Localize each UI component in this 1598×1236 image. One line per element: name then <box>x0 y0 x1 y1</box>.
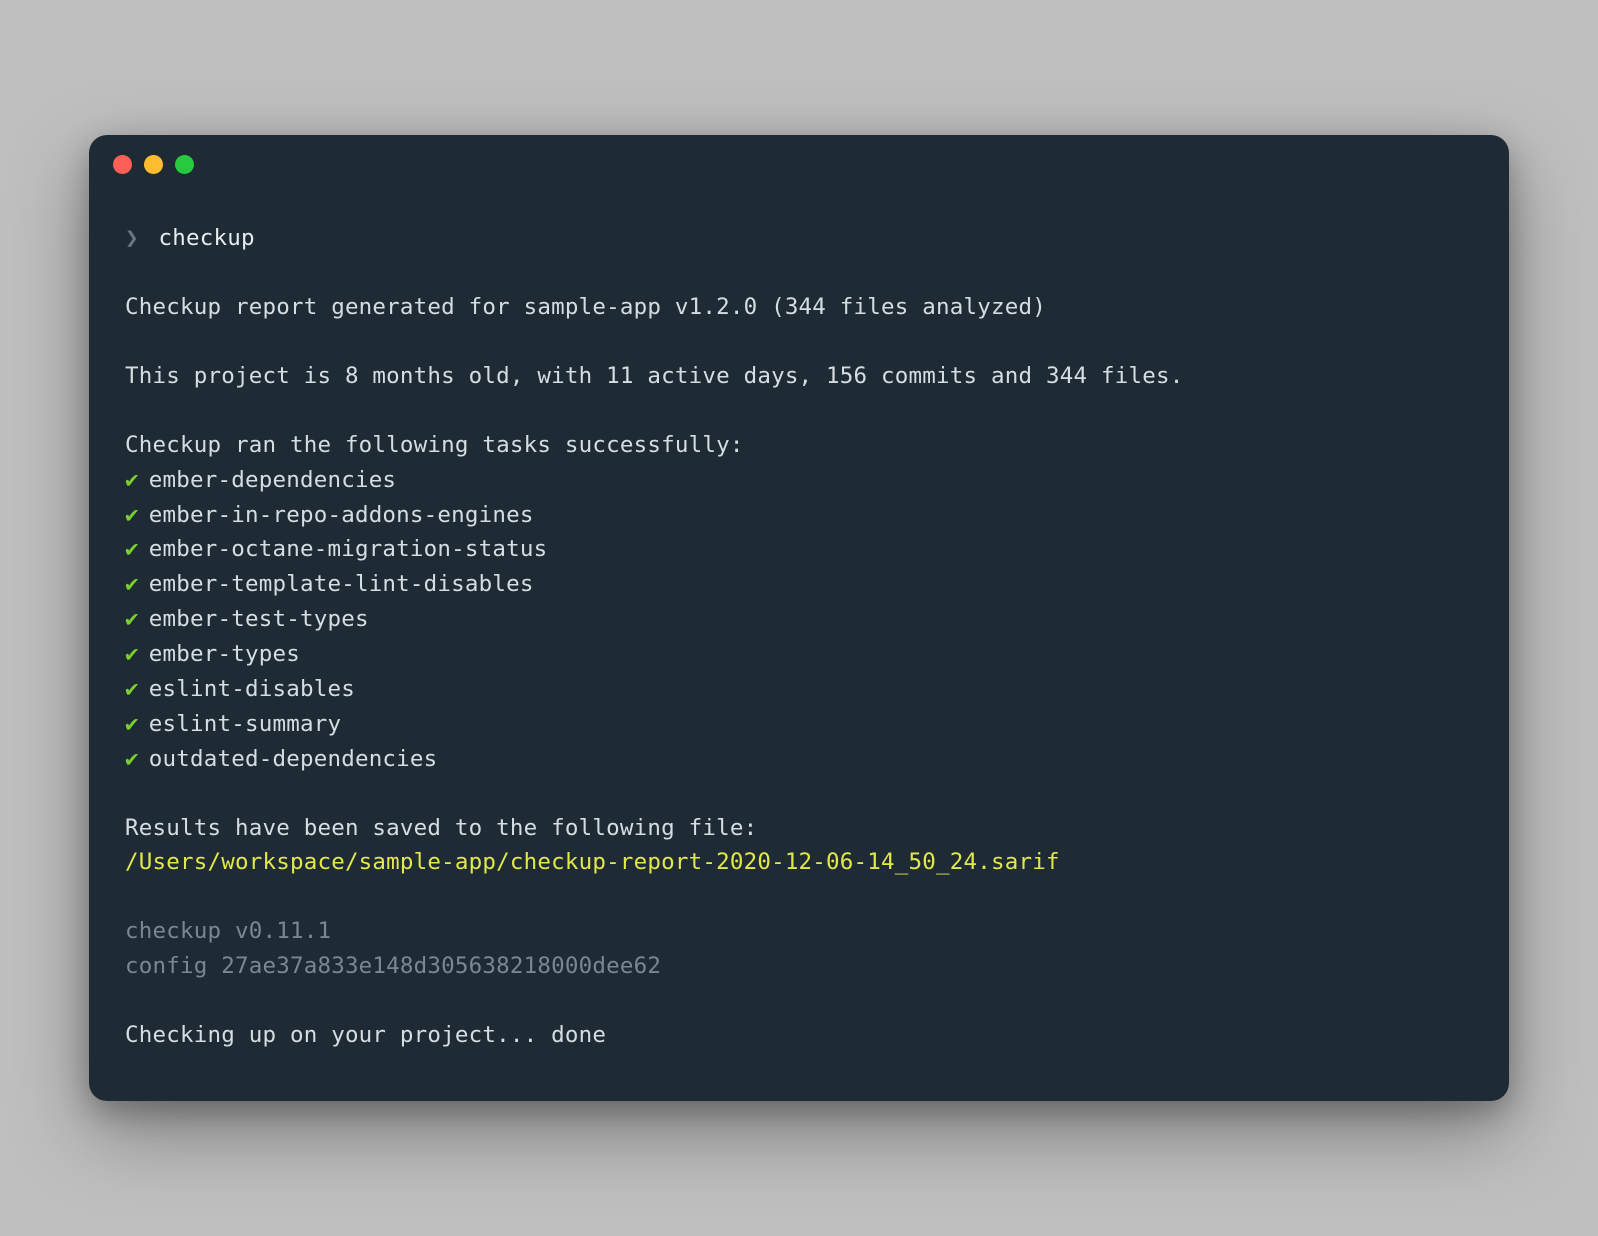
task-item: ✔ ember-dependencies <box>125 463 1473 498</box>
task-item: ✔ ember-types <box>125 637 1473 672</box>
version-line: checkup v0.11.1 <box>125 914 1473 949</box>
status-line: Checking up on your project... done <box>125 1018 1473 1053</box>
task-name: eslint-disables <box>149 672 355 707</box>
task-name: outdated-dependencies <box>149 742 438 777</box>
maximize-button[interactable] <box>175 155 194 174</box>
tasks-block: Checkup ran the following tasks successf… <box>125 428 1473 777</box>
task-item: ✔ eslint-summary <box>125 707 1473 742</box>
task-name: ember-test-types <box>149 602 369 637</box>
tasks-intro: Checkup ran the following tasks successf… <box>125 428 1473 463</box>
results-intro: Results have been saved to the following… <box>125 811 1473 846</box>
checkmark-icon: ✔ <box>125 498 139 533</box>
checkmark-icon: ✔ <box>125 707 139 742</box>
terminal-window: ❯ checkup Checkup report generated for s… <box>89 135 1509 1101</box>
checkmark-icon: ✔ <box>125 602 139 637</box>
task-item: ✔ eslint-disables <box>125 672 1473 707</box>
checkmark-icon: ✔ <box>125 567 139 602</box>
tasks-list: ✔ ember-dependencies ✔ ember-in-repo-addons… <box>125 463 1473 777</box>
checkmark-icon: ✔ <box>125 463 139 498</box>
close-button[interactable] <box>113 155 132 174</box>
command-text: checkup <box>159 225 255 251</box>
terminal-content[interactable]: ❯ checkup Checkup report generated for s… <box>89 193 1509 1101</box>
task-item: ✔ ember-template-lint-disables <box>125 567 1473 602</box>
report-header-block: Checkup report generated for sample-app … <box>125 290 1473 325</box>
task-name: ember-template-lint-disables <box>149 567 534 602</box>
results-file-path: /Users/workspace/sample-app/checkup-repo… <box>125 845 1473 880</box>
task-name: ember-dependencies <box>149 463 396 498</box>
task-item: ✔ ember-in-repo-addons-engines <box>125 498 1473 533</box>
checkmark-icon: ✔ <box>125 637 139 672</box>
task-name: ember-octane-migration-status <box>149 532 548 567</box>
status-block: Checking up on your project... done <box>125 1018 1473 1053</box>
project-summary-block: This project is 8 months old, with 11 ac… <box>125 359 1473 394</box>
prompt-line: ❯ checkup <box>125 221 1473 256</box>
prompt-chevron-icon: ❯ <box>125 225 139 251</box>
report-header: Checkup report generated for sample-app … <box>125 290 1473 325</box>
checkmark-icon: ✔ <box>125 672 139 707</box>
footer-block: checkup v0.11.1 config 27ae37a833e148d30… <box>125 914 1473 984</box>
window-titlebar <box>89 135 1509 193</box>
task-name: ember-in-repo-addons-engines <box>149 498 534 533</box>
config-line: config 27ae37a833e148d305638218000dee62 <box>125 949 1473 984</box>
task-item: ✔ outdated-dependencies <box>125 742 1473 777</box>
project-summary: This project is 8 months old, with 11 ac… <box>125 359 1473 394</box>
task-item: ✔ ember-test-types <box>125 602 1473 637</box>
task-name: ember-types <box>149 637 300 672</box>
results-block: Results have been saved to the following… <box>125 811 1473 881</box>
task-name: eslint-summary <box>149 707 341 742</box>
checkmark-icon: ✔ <box>125 742 139 777</box>
checkmark-icon: ✔ <box>125 532 139 567</box>
minimize-button[interactable] <box>144 155 163 174</box>
task-item: ✔ ember-octane-migration-status <box>125 532 1473 567</box>
